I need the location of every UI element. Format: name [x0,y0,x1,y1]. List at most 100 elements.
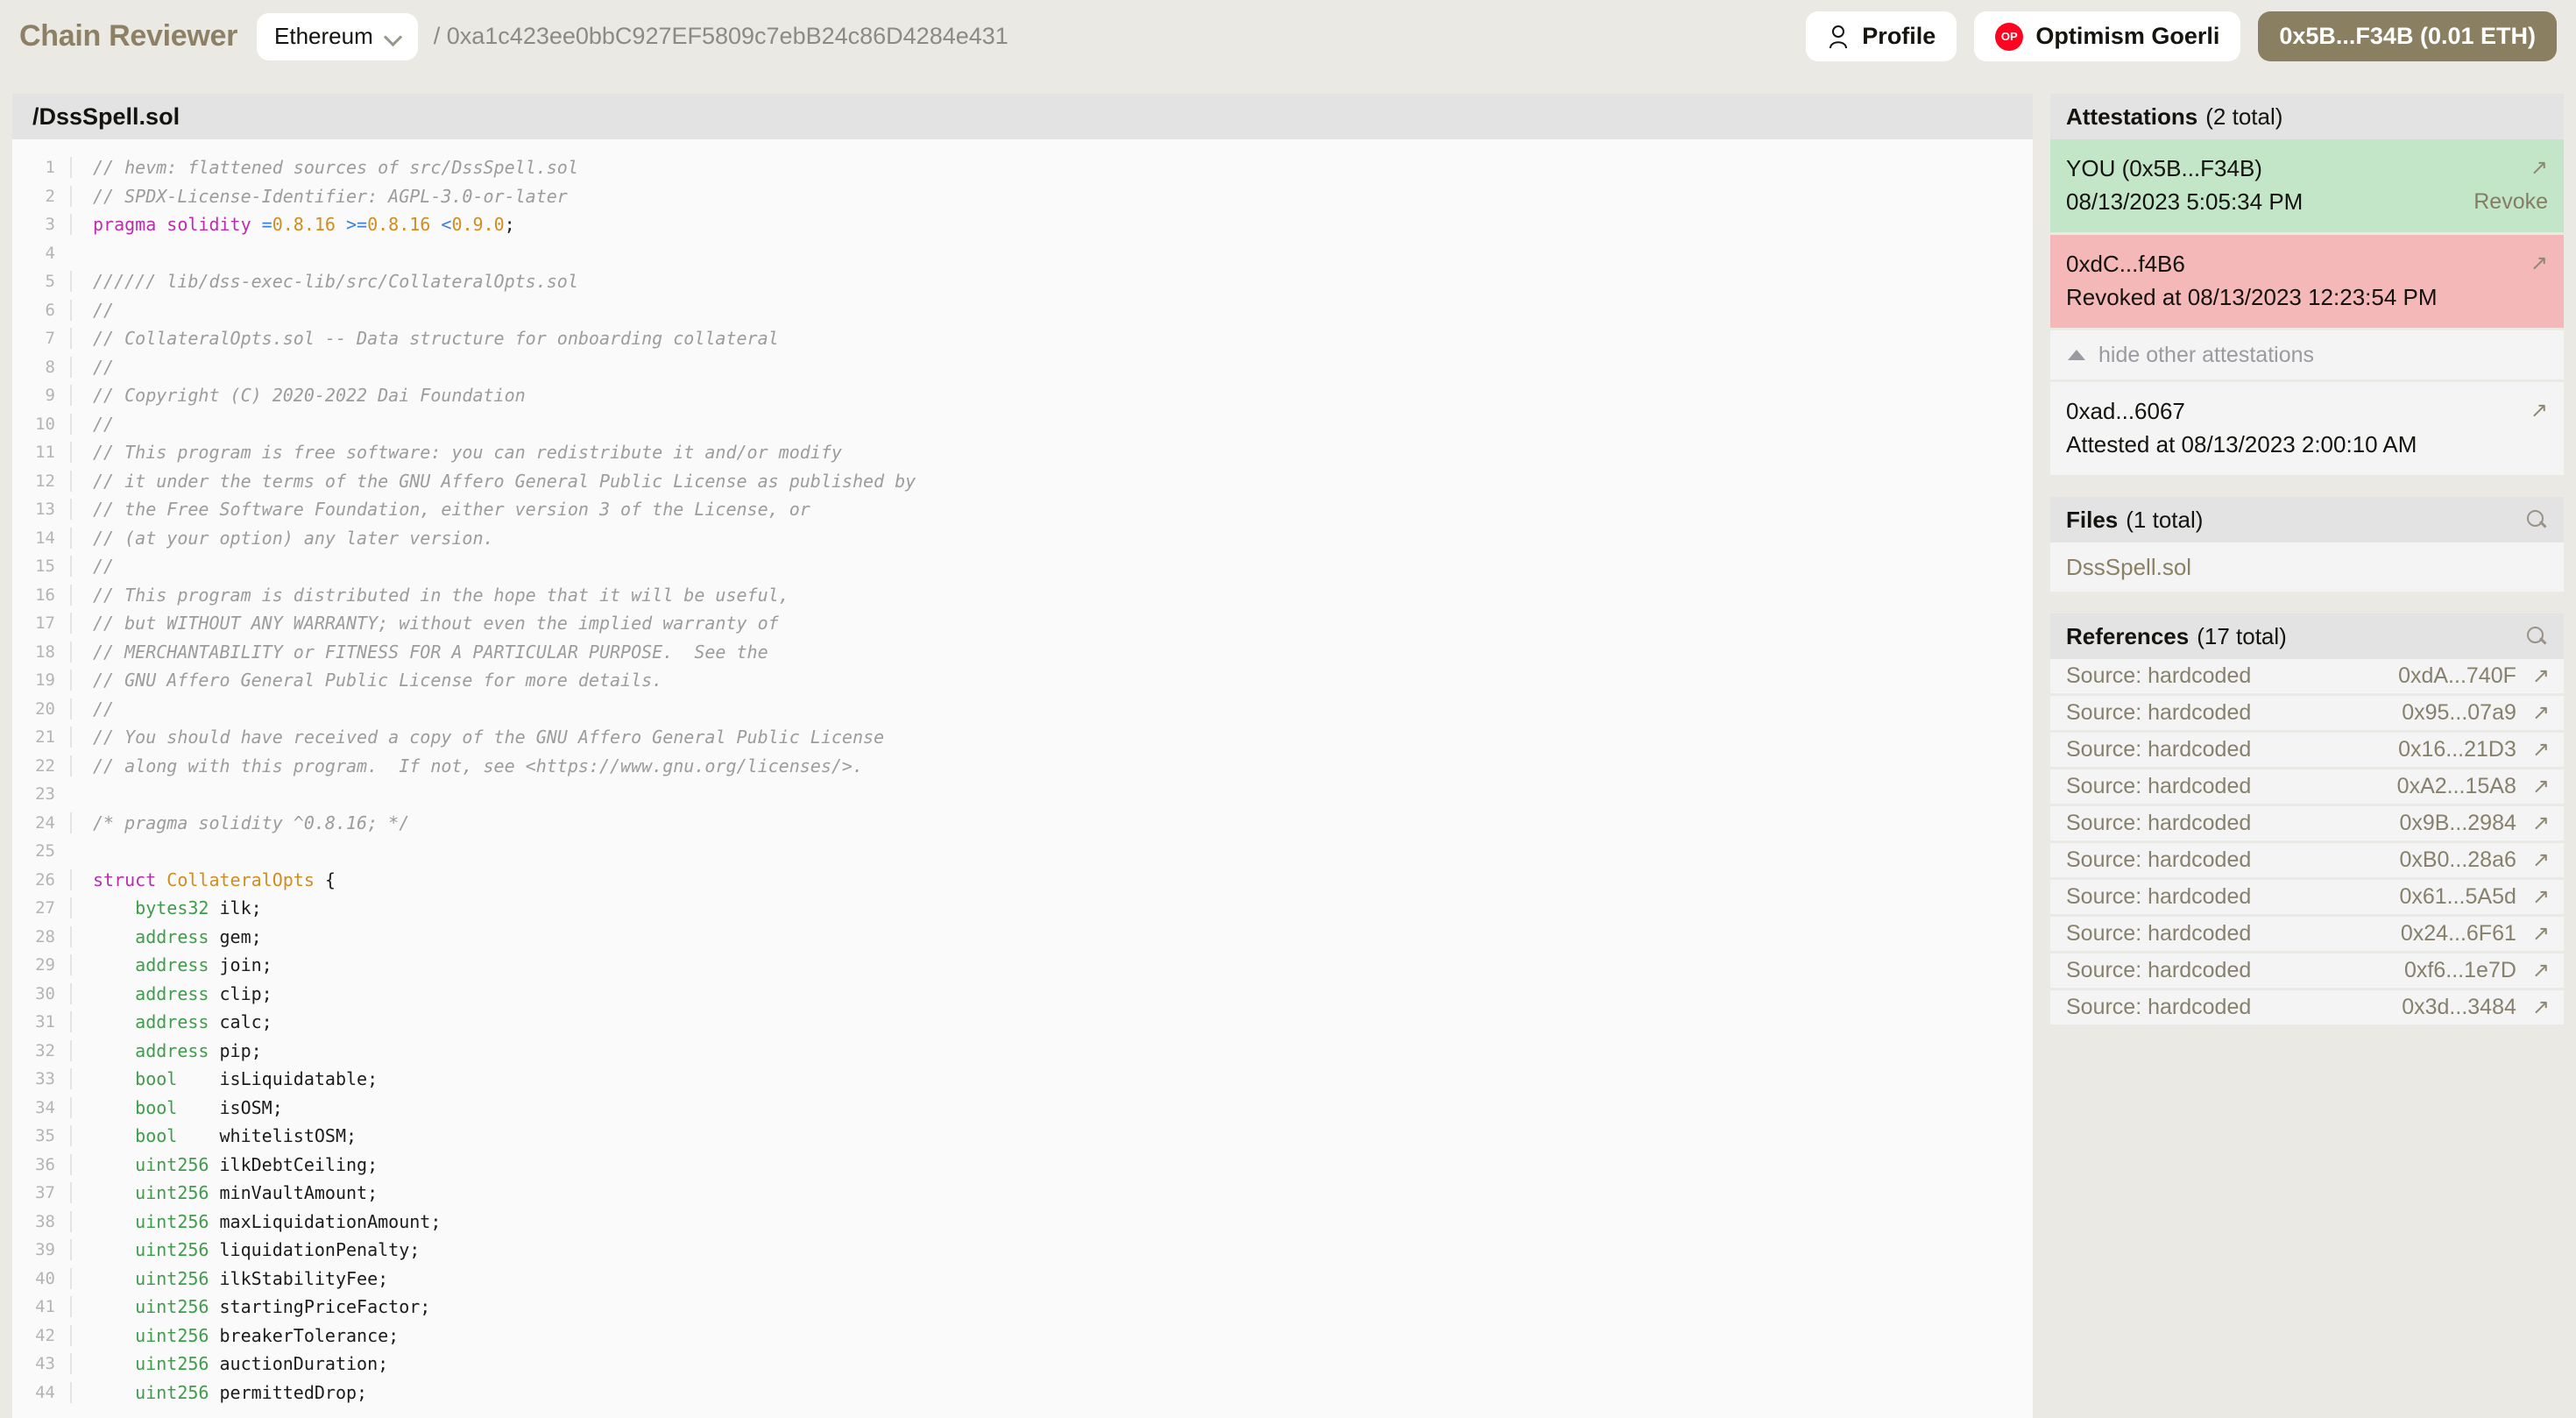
line-content[interactable]: // [70,413,114,435]
line-content[interactable]: bool whitelistOSM; [70,1125,357,1147]
external-link-icon[interactable]: ↗ [2532,849,2550,871]
attestation-row[interactable]: 0xad...6067 ↗ Attested at 08/13/2023 2:00:… [2050,382,2564,475]
external-link-icon[interactable]: ↗ [2532,960,2550,982]
line-content[interactable]: address clip; [70,982,272,1004]
line-content[interactable]: bool isOSM; [70,1096,283,1118]
code-line: 7 // CollateralOpts.sol -- Data structure… [12,324,2033,353]
line-content[interactable]: uint256 minVaultAmount; [70,1182,378,1204]
external-link-icon[interactable]: ↗ [2530,401,2548,422]
line-content[interactable]: // GNU Affero General Public License for… [70,670,662,691]
reference-source: Source: hardcoded [2066,663,2252,688]
reference-address: 0x3d...3484 [2402,995,2516,1019]
line-content[interactable]: uint256 ilkDebtCeiling; [70,1153,378,1175]
line-number: 11 [35,443,55,463]
line-content[interactable]: address gem; [70,925,262,947]
reference-row[interactable]: Source: hardcoded 0xA2...15A8 ↗ [2050,769,2564,804]
revoke-button[interactable]: Revoke [2473,189,2548,215]
chain-selector[interactable]: Ethereum [257,12,418,60]
external-link-icon[interactable]: ↗ [2532,665,2550,687]
line-content[interactable]: // This program is distributed in the ho… [70,584,789,606]
line-content[interactable]: struct CollateralOpts { [70,869,336,890]
line-content[interactable]: uint256 startingPriceFactor; [70,1296,430,1318]
line-content[interactable]: address calc; [70,1011,272,1033]
line-content[interactable]: uint256 breakerTolerance; [70,1324,399,1346]
line-number: 6 [45,300,55,320]
reference-row[interactable]: Source: hardcoded 0x9B...2984 ↗ [2050,806,2564,840]
line-content[interactable]: // [70,556,114,578]
line-number: 8 [45,357,55,377]
search-icon [2525,508,2548,531]
line-content[interactable]: address pip; [70,1039,262,1061]
wallet-button[interactable]: 0x5B...F34B (0.01 ETH) [2258,11,2557,61]
line-content[interactable]: // CollateralOpts.sol -- Data structure … [70,328,779,350]
line-content[interactable]: uint256 permittedDrop; [70,1381,367,1403]
line-content[interactable]: uint256 liquidationPenalty; [70,1239,420,1261]
line-content[interactable]: ////// lib/dss-exec-lib/src/CollateralOp… [70,271,578,293]
line-number: 25 [35,841,55,861]
line-content[interactable]: bool isLiquidatable; [70,1068,378,1090]
line-content[interactable]: // (at your option) any later version. [70,527,494,549]
line-content[interactable]: address join; [70,954,272,976]
profile-button[interactable]: Profile [1806,11,1957,61]
file-list-item[interactable]: DssSpell.sol [2050,542,2564,592]
line-content[interactable]: /* pragma solidity ^0.8.16; */ [70,812,409,833]
reference-row[interactable]: Source: hardcoded 0x16...21D3 ↗ [2050,733,2564,767]
line-content[interactable]: uint256 ilkStabilityFee; [70,1267,388,1289]
external-link-icon[interactable]: ↗ [2532,776,2550,798]
line-number: 31 [35,1012,55,1032]
network-button[interactable]: OP Optimism Goerli [1974,11,2241,61]
external-link-icon[interactable]: ↗ [2532,923,2550,945]
code-token: // Copyright (C) 2020-2022 Dai Foundatio… [93,385,526,407]
reference-address: 0xf6...1e7D [2404,958,2516,982]
references-search-button[interactable] [2525,625,2548,648]
line-content[interactable]: uint256 maxLiquidationAmount; [70,1210,441,1232]
attestation-row[interactable]: YOU (0x5B...F34B) ↗ 08/13/2023 5:05:34 PM R… [2050,139,2564,232]
line-content[interactable]: // MERCHANTABILITY or FITNESS FOR A PART… [70,641,768,663]
external-link-icon[interactable]: ↗ [2532,996,2550,1018]
reference-row[interactable]: Source: hardcoded 0xf6...1e7D ↗ [2050,954,2564,988]
code-token: join; [209,954,272,976]
external-link-icon[interactable]: ↗ [2532,702,2550,724]
line-content[interactable]: // but WITHOUT ANY WARRANTY; without eve… [70,613,779,635]
line-content[interactable]: // [70,356,114,378]
line-content[interactable]: // along with this program. If not, see … [70,755,863,776]
line-content[interactable]: uint256 auctionDuration; [70,1353,388,1375]
reference-address: 0x95...07a9 [2402,700,2516,725]
reference-row[interactable]: Source: hardcoded 0x3d...3484 ↗ [2050,990,2564,1025]
code-line: 43 uint256 auctionDuration; [12,1350,2033,1379]
profile-button-label: Profile [1862,23,1936,49]
reference-row[interactable]: Source: hardcoded 0xB0...28a6 ↗ [2050,843,2564,877]
code-token: // MERCHANTABILITY or FITNESS FOR A PART… [93,641,768,663]
line-content[interactable]: // hevm: flattened sources of src/DssSpe… [70,157,578,179]
line-content[interactable]: // [70,698,114,720]
toggle-other-attestations[interactable]: hide other attestations [2050,330,2564,379]
line-content[interactable]: // SPDX-License-Identifier: AGPL-3.0-or-… [70,185,568,207]
code-token: ; [504,214,515,236]
reference-source: Source: hardcoded [2066,995,2252,1019]
line-content[interactable]: // the Free Software Foundation, either … [70,499,810,521]
line-content[interactable]: pragma solidity =0.8.16 >=0.8.16 <0.9.0; [70,214,515,236]
external-link-icon[interactable]: ↗ [2532,739,2550,761]
line-content[interactable]: // [70,299,114,321]
code-lines[interactable]: 1 // hevm: flattened sources of src/DssSp… [12,139,2033,1407]
reference-address: 0x24...6F61 [2400,921,2516,946]
files-search-button[interactable] [2525,508,2548,531]
external-link-icon[interactable]: ↗ [2532,812,2550,834]
reference-row[interactable]: Source: hardcoded 0x24...6F61 ↗ [2050,917,2564,951]
external-link-icon[interactable]: ↗ [2530,253,2548,274]
reference-row[interactable]: Source: hardcoded 0x61...5A5d ↗ [2050,880,2564,914]
external-link-icon[interactable]: ↗ [2530,158,2548,179]
reference-row[interactable]: Source: hardcoded 0x95...07a9 ↗ [2050,696,2564,730]
line-content[interactable]: // Copyright (C) 2020-2022 Dai Foundatio… [70,385,526,407]
line-content[interactable]: // This program is free software: you ca… [70,442,842,464]
code-token: bool [135,1068,178,1090]
reference-row[interactable]: Source: hardcoded 0xdA...740F ↗ [2050,659,2564,693]
line-content[interactable]: bytes32 ilk; [70,897,262,919]
external-link-icon[interactable]: ↗ [2532,886,2550,908]
line-content[interactable]: // You should have received a copy of th… [70,727,884,748]
code-line: 20 // [12,695,2033,724]
line-content[interactable]: // it under the terms of the GNU Affero … [70,470,916,492]
attestation-row[interactable]: 0xdC...f4B6 ↗ Revoked at 08/13/2023 12:23:… [2050,235,2564,328]
